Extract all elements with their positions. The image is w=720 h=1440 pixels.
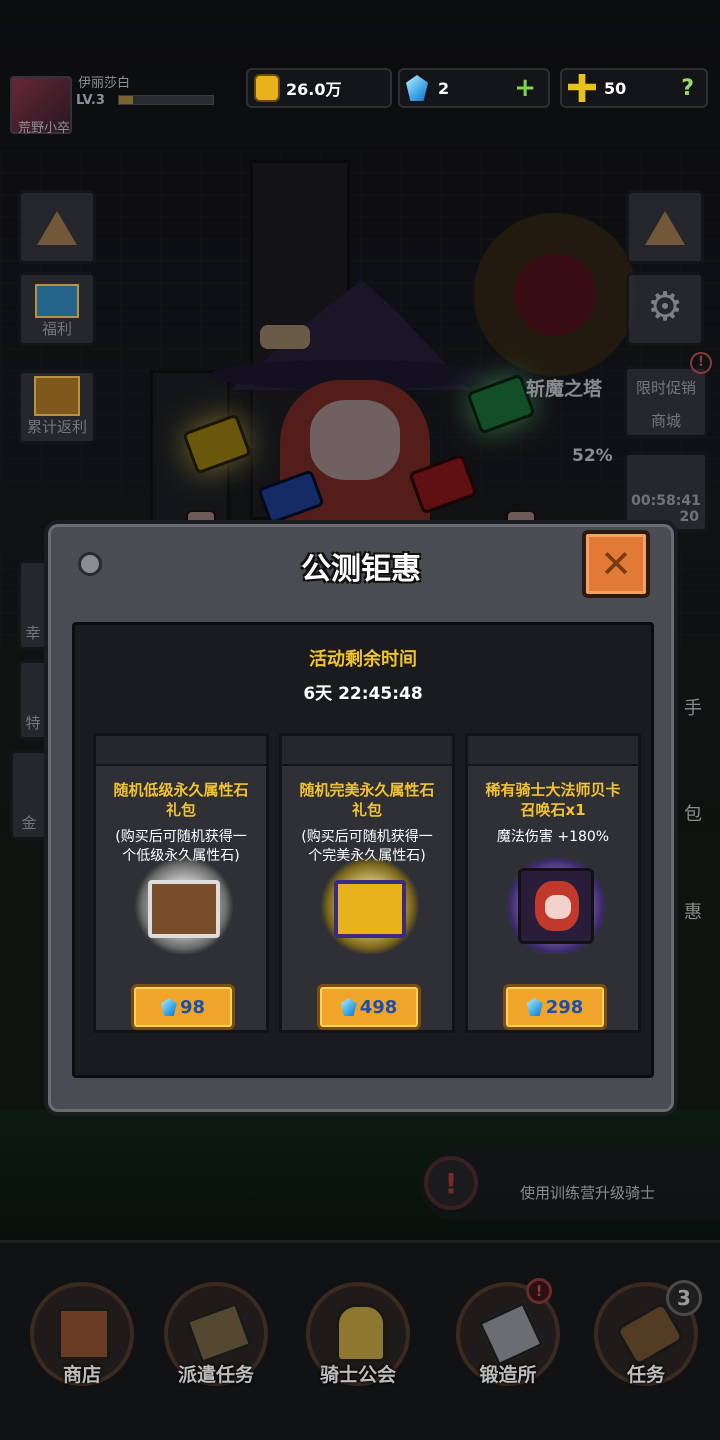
cumulative-rebate-label: 累计返利	[26, 418, 87, 436]
event-timer: 00:58:41	[631, 493, 701, 509]
cumulative-rebate-button[interactable]: 累计返利	[18, 370, 96, 444]
offer-desc-line1: (购买后可随机获得一	[115, 829, 247, 845]
offer-title: 随机完美永久属性石 礼包	[282, 780, 452, 820]
dispatch-icon	[185, 1302, 253, 1364]
dialog-content-panel: 活动剩余时间 6天 22:45:48 随机低级永久属性石 礼包 (购买后可随机获得…	[72, 622, 654, 1078]
offer-title: 随机低级永久属性石 礼包	[96, 780, 266, 820]
offer-desc-line1: (购买后可随机获得一	[301, 829, 433, 845]
nav-quest-label: 任务	[626, 1364, 665, 1386]
shop-icon	[58, 1308, 110, 1360]
settings-button[interactable]: ⚙	[626, 272, 704, 346]
card-frame-ornament	[282, 736, 452, 766]
nav-knight-guild-label: 骑士公会	[319, 1364, 396, 1386]
add-gems-button[interactable]: +	[514, 73, 536, 103]
nav-shop-label: 商店	[62, 1364, 101, 1386]
offer-title-line2: 礼包	[351, 801, 382, 819]
welfare-label: 福利	[41, 320, 72, 338]
price-value: 298	[545, 996, 584, 1018]
right-side-label-1[interactable]: 手	[684, 694, 702, 720]
promo-label: 限时促销	[635, 379, 696, 397]
quest-badge: 3	[666, 1280, 702, 1316]
anvil-icon	[478, 1301, 544, 1367]
gold-chest-icon	[318, 858, 422, 954]
offer-card-low-stone[interactable]: 随机低级永久属性石 礼包 (购买后可随机获得一 个低级永久属性石) 98	[93, 733, 269, 1033]
gem-counter[interactable]: 2 +	[398, 68, 550, 108]
close-icon: ✕	[600, 542, 632, 586]
welfare-button[interactable]: 福利	[18, 272, 96, 346]
promo-alert-icon: !	[690, 352, 712, 374]
gold-cross-icon	[568, 74, 596, 102]
offer-title: 稀有骑士大法师贝卡 召唤石x1	[468, 780, 638, 820]
offer-title-line1: 随机低级永久属性石	[113, 781, 249, 799]
chest-icon	[34, 376, 80, 416]
countdown-value: 6天 22:45:48	[303, 684, 423, 704]
left-collapse-button[interactable]	[18, 190, 96, 264]
cross-counter[interactable]: 50 ?	[560, 68, 708, 108]
promo-dialog: 公测钜惠 ✕ 活动剩余时间 6天 22:45:48 随机低级永久属性石 礼包 (购…	[44, 520, 678, 1116]
offer-title-line2: 召唤石x1	[520, 801, 586, 819]
blue-gem-icon	[406, 75, 428, 101]
offer-title-line1: 稀有骑士大法师贝卡	[485, 781, 621, 799]
player-caption: 荒野小卒	[18, 121, 71, 136]
alert-symbol: !	[444, 1166, 458, 1200]
left-menu-item-6[interactable]: 金	[10, 750, 48, 840]
price-value: 498	[359, 996, 398, 1018]
xp-bar	[118, 95, 214, 105]
offer-card-perfect-stone[interactable]: 随机完美永久属性石 礼包 (购买后可随机获得一 个完美永久属性石) 498	[279, 733, 455, 1033]
hint-text: 使用训练营升级骑士	[520, 1184, 656, 1202]
up-arrow-icon	[37, 211, 77, 245]
right-side-label-2[interactable]: 包	[684, 800, 702, 826]
buy-button-298[interactable]: 298	[503, 984, 607, 1030]
card-frame-ornament	[96, 736, 266, 766]
left-menu-label-6: 金	[21, 814, 37, 832]
left-menu-label-4: 幸	[25, 624, 41, 642]
right-side-label-3[interactable]: 惠	[684, 898, 702, 924]
mall-label: 商城	[650, 412, 681, 430]
offer-card-archmage-summon[interactable]: 稀有骑士大法师贝卡 召唤石x1 魔法伤害 +180% 298	[465, 733, 641, 1033]
gold-coin-icon	[254, 74, 280, 102]
gear-icon: ⚙	[647, 284, 683, 330]
price-value: 98	[179, 996, 206, 1018]
limited-promo-button[interactable]: 限时促销 商城	[624, 366, 708, 438]
nav-dispatch-label: 派遣任务	[177, 1364, 254, 1386]
up-arrow-icon	[645, 211, 685, 245]
gem-icon	[526, 998, 543, 1016]
dialog-title: 公测钜惠	[301, 552, 421, 587]
gem-icon	[340, 998, 357, 1016]
help-button[interactable]: ?	[681, 76, 694, 101]
left-menu-label-5: 特	[25, 714, 41, 732]
silver-chest-icon	[132, 858, 236, 954]
gold-counter[interactable]: 26.0万	[246, 68, 392, 108]
countdown-label: 活动剩余时间	[309, 649, 417, 670]
close-button[interactable]: ✕	[582, 530, 650, 598]
tower-label[interactable]: 斩魔之塔	[526, 374, 602, 401]
mage-portrait-icon	[504, 858, 608, 954]
knight-helmet-icon	[336, 1304, 386, 1362]
offer-desc-line1: 魔法伤害 +180%	[496, 829, 610, 845]
gem-icon	[160, 998, 177, 1016]
card-frame-ornament	[468, 736, 638, 766]
player-level: LV.3	[76, 93, 105, 108]
gem-amount: 2	[438, 78, 450, 98]
welfare-basket-icon	[35, 284, 79, 318]
gold-amount: 26.0万	[286, 80, 342, 99]
hint-bar[interactable]: ! 使用训练营升级骑士	[420, 1150, 720, 1220]
player-name: 伊丽莎白	[78, 76, 131, 91]
forge-alert-icon: !	[526, 1278, 552, 1304]
alert-icon: !	[424, 1156, 478, 1210]
nav-forge-label: 锻造所	[479, 1364, 537, 1386]
buy-button-98[interactable]: 98	[131, 984, 235, 1030]
right-collapse-button[interactable]	[626, 190, 704, 264]
cross-amount: 50	[604, 78, 627, 98]
buy-button-498[interactable]: 498	[317, 984, 421, 1030]
offer-title-line1: 随机完美永久属性石	[299, 781, 435, 799]
xp-bar-fill	[119, 96, 134, 104]
tower-progress: 52%	[572, 446, 613, 466]
offer-title-line2: 礼包	[165, 801, 196, 819]
event-timer-sub: 20	[679, 509, 699, 525]
offer-desc: 魔法伤害 +180%	[468, 828, 638, 847]
